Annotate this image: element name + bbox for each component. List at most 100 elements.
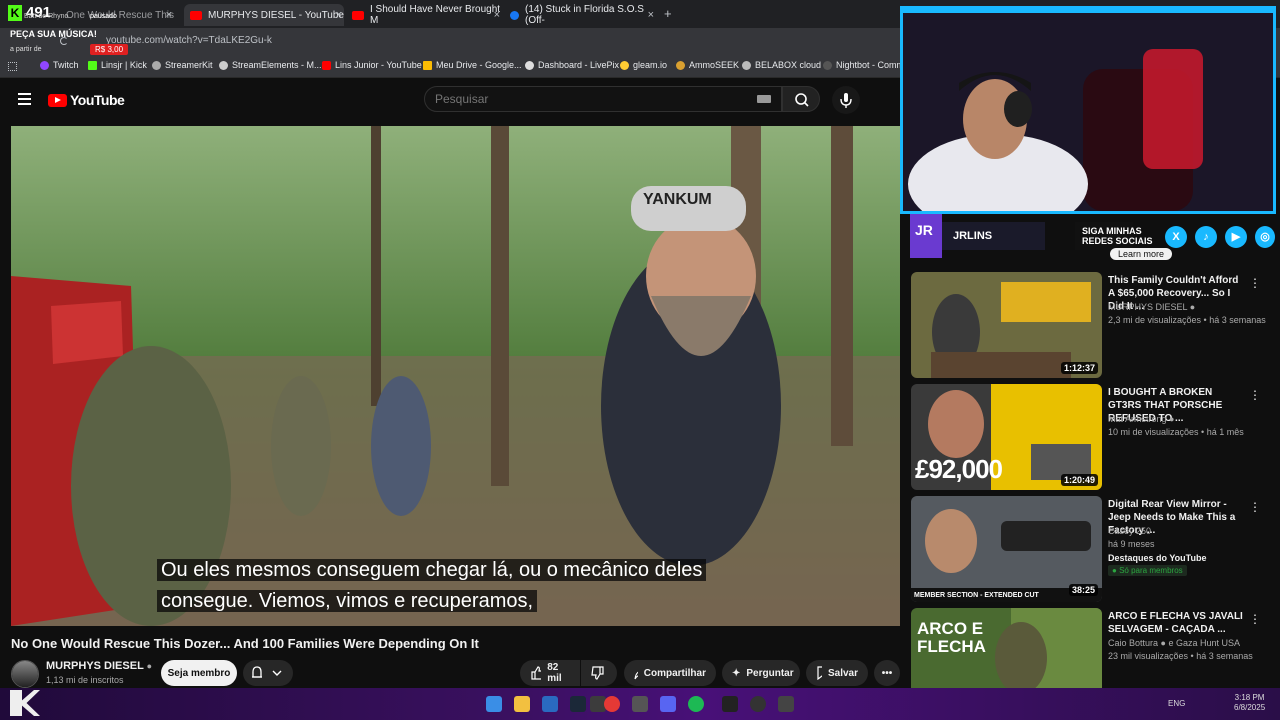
menu-icon[interactable] bbox=[18, 93, 31, 105]
jr-logo: JR bbox=[915, 222, 933, 238]
windows-start-icon[interactable] bbox=[486, 696, 502, 712]
youtube-highlights-badge: Destaques do YouTube bbox=[1108, 553, 1207, 563]
more-actions-button[interactable]: ••• bbox=[874, 660, 900, 686]
bookmark-item[interactable]: gleam.io bbox=[620, 60, 667, 70]
channel-name[interactable]: MURPHYS DIESEL ● bbox=[46, 660, 152, 672]
age-text: há 3 semanas bbox=[1209, 315, 1266, 325]
save-label: Salvar bbox=[827, 667, 858, 679]
more-icon[interactable]: ⋮ bbox=[1249, 500, 1261, 514]
more-icon[interactable]: ⋮ bbox=[1249, 388, 1261, 402]
bookmark-item[interactable]: Lins Junior - YouTube bbox=[322, 60, 422, 70]
notifications-button[interactable] bbox=[243, 660, 293, 686]
bookmark-label: Nightbot - Comm bbox=[836, 60, 905, 70]
browser-tab[interactable]: MURPHYS DIESEL - YouTube × bbox=[184, 4, 344, 26]
recommendation-title: ARCO E FLECHA VS JAVALI SELVAGEM - CAÇAD… bbox=[1108, 611, 1243, 635]
new-tab-button[interactable]: + bbox=[664, 6, 672, 21]
more-icon[interactable]: ⋮ bbox=[1249, 612, 1261, 626]
browser-tab[interactable]: (14) Stuck in Florida S.O.S (Off- × bbox=[504, 4, 656, 26]
bookmark-item[interactable]: StreamerKit bbox=[152, 60, 213, 70]
spotify-icon[interactable] bbox=[688, 696, 704, 712]
bookmark-label: StreamElements - M... bbox=[232, 60, 322, 70]
close-icon[interactable]: × bbox=[166, 9, 172, 21]
webcam-overlay bbox=[900, 6, 1276, 214]
voice-search-button[interactable] bbox=[832, 86, 860, 114]
dislike-button[interactable] bbox=[581, 660, 617, 686]
close-icon[interactable]: × bbox=[494, 9, 500, 21]
app-icon[interactable] bbox=[778, 696, 794, 712]
share-label: Compartilhar bbox=[643, 667, 706, 679]
join-button[interactable]: Seja membro bbox=[161, 660, 237, 686]
channel-text: Mat Armstrong bbox=[1108, 414, 1167, 424]
app-icon[interactable] bbox=[632, 696, 648, 712]
video-thumbnail[interactable]: 1:12:37 bbox=[911, 272, 1102, 378]
hat-logo-text: YANKUM bbox=[643, 191, 712, 208]
video-player[interactable]: YANKUM Ou eles mesmos conseguem chegar l… bbox=[11, 126, 900, 626]
language-indicator[interactable]: ENG bbox=[1168, 699, 1185, 708]
recommendation-item[interactable]: ARCO E FLECHA ARCO E FLECHA VS JAVALI SE… bbox=[911, 608, 1271, 688]
follow-text: SIGA MINHAS REDES SOCIAIS bbox=[1082, 226, 1153, 246]
bookmark-item[interactable]: AmmoSEEK bbox=[676, 60, 739, 70]
apps-grid-icon[interactable] bbox=[8, 62, 17, 71]
file-explorer-icon[interactable] bbox=[514, 696, 530, 712]
bookmark-icon bbox=[817, 666, 822, 680]
views-text: 23 mil visualizações bbox=[1108, 651, 1189, 661]
thumbnail-text: £92,000 bbox=[915, 454, 1003, 484]
discord-icon[interactable] bbox=[660, 696, 676, 712]
youtube-icon bbox=[322, 60, 331, 70]
bookmark-label: AmmoSEEK bbox=[689, 60, 740, 70]
tab-title: (14) Stuck in Florida S.O.S (Off- bbox=[525, 4, 644, 26]
recommendation-meta: 23 mil visualizações • há 3 semanas bbox=[1108, 651, 1253, 661]
ask-button[interactable]: ✦ Perguntar bbox=[722, 660, 800, 686]
bookmark-item[interactable]: Meu Drive - Google... bbox=[423, 60, 522, 70]
like-button[interactable]: 82 mil bbox=[520, 660, 580, 686]
learn-more-button[interactable]: Learn more bbox=[1110, 248, 1173, 260]
views-text: 2,3 mi de visualizações bbox=[1108, 315, 1202, 325]
video-thumbnail[interactable]: MEMBER SECTION - EXTENDED CUT 38:25 bbox=[911, 496, 1102, 602]
sparkle-icon: ✦ bbox=[732, 667, 741, 679]
steam-icon[interactable] bbox=[570, 696, 586, 712]
search-input[interactable] bbox=[435, 92, 735, 106]
close-icon[interactable]: × bbox=[648, 9, 654, 21]
recommendation-item[interactable]: 1:12:37 This Family Couldn't Afford A $6… bbox=[911, 272, 1271, 378]
app-icon[interactable] bbox=[750, 696, 766, 712]
recommendation-item[interactable]: MEMBER SECTION - EXTENDED CUT 38:25 Digi… bbox=[911, 496, 1271, 602]
bookmark-item[interactable]: Twitch bbox=[40, 60, 79, 70]
bookmark-item[interactable]: Linsjr | Kick bbox=[88, 60, 147, 70]
verified-icon: ● bbox=[1169, 414, 1175, 424]
close-icon[interactable]: × bbox=[336, 9, 342, 21]
video-thumbnail[interactable]: ARCO E FLECHA bbox=[911, 608, 1102, 688]
keyboard-icon[interactable] bbox=[757, 95, 771, 103]
edge-icon[interactable] bbox=[542, 696, 558, 712]
bookmark-item[interactable]: StreamElements - M... bbox=[219, 60, 322, 70]
more-icon[interactable]: ⋮ bbox=[1249, 276, 1261, 290]
recommendation-item[interactable]: £92,000 1:20:49 I BOUGHT A BROKEN GT3RS … bbox=[911, 384, 1271, 490]
verified-icon: ● bbox=[1189, 302, 1196, 312]
video-thumbnail[interactable]: £92,000 1:20:49 bbox=[911, 384, 1102, 490]
youtube-favicon-icon bbox=[352, 10, 364, 20]
bookmark-label: Linsjr | Kick bbox=[101, 60, 147, 70]
bookmark-label: Twitch bbox=[53, 60, 79, 70]
search-icon bbox=[795, 93, 809, 107]
views-text: 10 mi de visualizações bbox=[1108, 427, 1199, 437]
chrome-icon[interactable] bbox=[604, 696, 620, 712]
ask-label: Perguntar bbox=[746, 667, 794, 679]
bookmark-item[interactable]: Dashboard - LivePix bbox=[525, 60, 619, 70]
channel-avatar[interactable] bbox=[11, 660, 39, 688]
members-icon: ● bbox=[1112, 566, 1117, 575]
youtube-logo[interactable]: YouTube bbox=[48, 92, 125, 108]
bookmark-item[interactable]: BELABOX cloud bbox=[742, 60, 821, 70]
terminal-icon[interactable] bbox=[722, 696, 738, 712]
bookmark-item[interactable]: Nightbot - Comm bbox=[823, 60, 904, 70]
bookmark-label: Dashboard - LivePix bbox=[538, 60, 620, 70]
tiktok-icon: ♪ bbox=[1195, 226, 1217, 248]
system-clock[interactable]: 3:18 PM 6/8/2025 bbox=[1234, 693, 1265, 713]
save-button[interactable]: Salvar bbox=[806, 660, 868, 686]
search-button[interactable] bbox=[782, 86, 820, 112]
video-caption: Ou eles mesmos conseguem chegar lá, ou o… bbox=[157, 555, 707, 617]
youtube-wordmark: YouTube bbox=[70, 92, 125, 108]
youtube-play-icon bbox=[48, 93, 67, 107]
ammoseek-icon bbox=[676, 60, 685, 70]
thumbs-down-icon bbox=[591, 666, 604, 680]
share-button[interactable]: Compartilhar bbox=[624, 660, 716, 686]
browser-tab[interactable]: I Should Have Never Brought M × bbox=[346, 4, 502, 26]
